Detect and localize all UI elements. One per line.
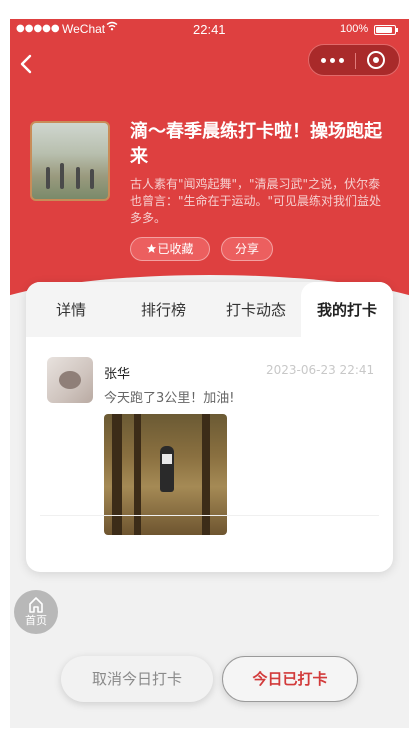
share-label: 分享: [234, 242, 259, 256]
signal-icon: ●●●●●: [16, 23, 60, 34]
favorite-button[interactable]: 已收藏: [130, 237, 210, 261]
activity-description: 古人素有"闻鸡起舞"，"清晨习武"之说，伏尔泰也曾言："生命在于运动。"可见晨练…: [130, 177, 382, 225]
tab-label: 我的打卡: [316, 301, 377, 319]
clock: 22:41: [193, 22, 226, 37]
tab-label: 详情: [55, 301, 86, 319]
home-button[interactable]: 首页: [14, 590, 58, 634]
share-button[interactable]: 分享: [221, 237, 273, 261]
tab-checkin-feed[interactable]: 打卡动态: [211, 282, 301, 337]
star-icon: [147, 243, 157, 253]
home-icon: [29, 597, 43, 613]
mini-program-capsule: [308, 44, 400, 76]
battery-icon: [374, 25, 398, 35]
favorite-label: 已收藏: [157, 242, 194, 256]
wifi-icon: [106, 21, 118, 34]
checkin-username: 张华: [104, 367, 131, 382]
battery-percent: 100%: [340, 23, 369, 35]
checkin-timestamp: 2023-06-23 22:41: [266, 363, 375, 377]
activity-cover-image: [30, 121, 110, 201]
tab-details[interactable]: 详情: [26, 282, 116, 337]
tab-my-checkins[interactable]: 我的打卡: [301, 282, 393, 337]
close-circle-icon[interactable]: [367, 51, 385, 69]
phone-screen: ●●●●● WeChat 22:41 100% 滴～春季晨练打卡啦！操场跑起来 …: [10, 19, 409, 728]
divider: [40, 515, 379, 516]
checked-in-button[interactable]: 今日已打卡: [222, 656, 358, 702]
avatar: [47, 357, 93, 403]
tab-label: 打卡动态: [225, 301, 286, 319]
checkin-photo[interactable]: [104, 414, 227, 535]
carrier-label: WeChat: [62, 22, 106, 36]
back-arrow-icon: [20, 54, 32, 74]
tab-bar: 详情 排行榜 打卡动态 我的打卡: [26, 282, 393, 337]
home-label: 首页: [25, 614, 47, 627]
more-dots-icon[interactable]: [321, 53, 351, 67]
back-button[interactable]: [19, 53, 41, 79]
tab-leaderboard[interactable]: 排行榜: [116, 282, 211, 337]
cancel-checkin-button[interactable]: 取消今日打卡: [61, 656, 213, 702]
capsule-divider: [355, 53, 356, 69]
tab-label: 排行榜: [140, 301, 186, 319]
content-card: 详情 排行榜 打卡动态 我的打卡 张华 2023-06-23 22:41 今天跑…: [26, 282, 393, 572]
activity-title: 滴～春季晨练打卡啦！操场跑起来: [130, 121, 382, 167]
checkin-content: 今天跑了3公里！加油!: [104, 391, 235, 406]
status-bar: ●●●●● WeChat 22:41 100%: [10, 19, 409, 41]
